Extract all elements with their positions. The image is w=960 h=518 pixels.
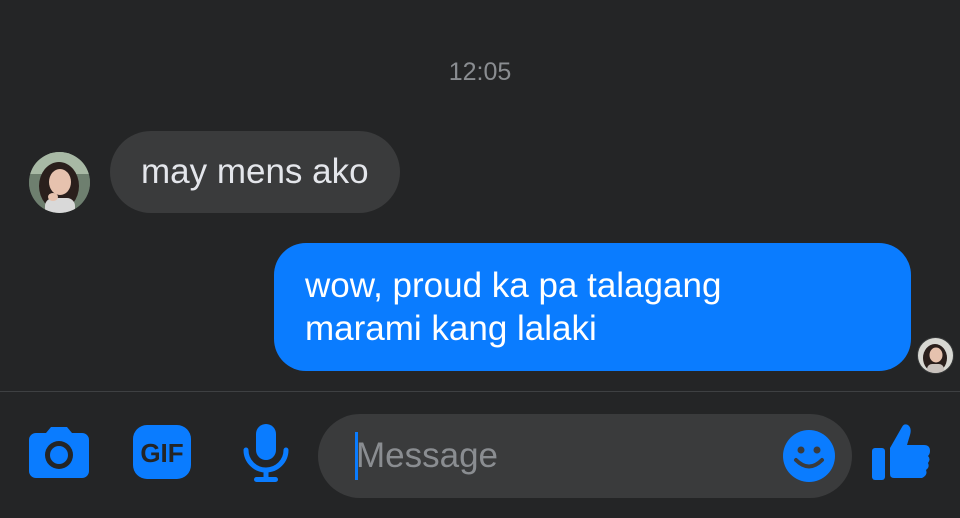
seen-receipt-avatar xyxy=(917,337,954,374)
message-timestamp: 12:05 xyxy=(448,58,512,86)
seen-avatar-photo xyxy=(918,338,953,373)
gif-icon: GIF xyxy=(133,425,191,479)
outgoing-message-bubble[interactable]: wow, proud ka pa talagang marami kang la… xyxy=(274,243,911,371)
message-input-container[interactable] xyxy=(318,414,852,498)
incoming-message-bubble[interactable]: may mens ako xyxy=(110,131,400,213)
like-button[interactable] xyxy=(870,421,932,483)
gif-button[interactable]: GIF xyxy=(132,424,192,480)
microphone-button[interactable] xyxy=(240,422,292,484)
emoji-button[interactable] xyxy=(782,429,836,483)
thumbs-up-icon xyxy=(872,424,930,480)
outgoing-message-line: marami kang lalaki xyxy=(305,309,597,348)
camera-icon xyxy=(29,427,89,478)
incoming-message-text: may mens ako xyxy=(141,152,369,191)
message-input[interactable] xyxy=(356,414,776,498)
outgoing-message-line: wow, proud ka pa talagang xyxy=(305,266,722,305)
contact-avatar-photo xyxy=(29,152,90,213)
microphone-icon xyxy=(243,424,289,482)
gif-label: GIF xyxy=(140,438,183,468)
contact-avatar[interactable] xyxy=(29,152,90,213)
emoji-icon xyxy=(783,430,835,482)
message-composer: GIF xyxy=(0,392,960,518)
camera-button[interactable] xyxy=(28,425,90,479)
chat-screen: 12:05 may mens ako wow, proud ka pa tala… xyxy=(0,0,960,518)
